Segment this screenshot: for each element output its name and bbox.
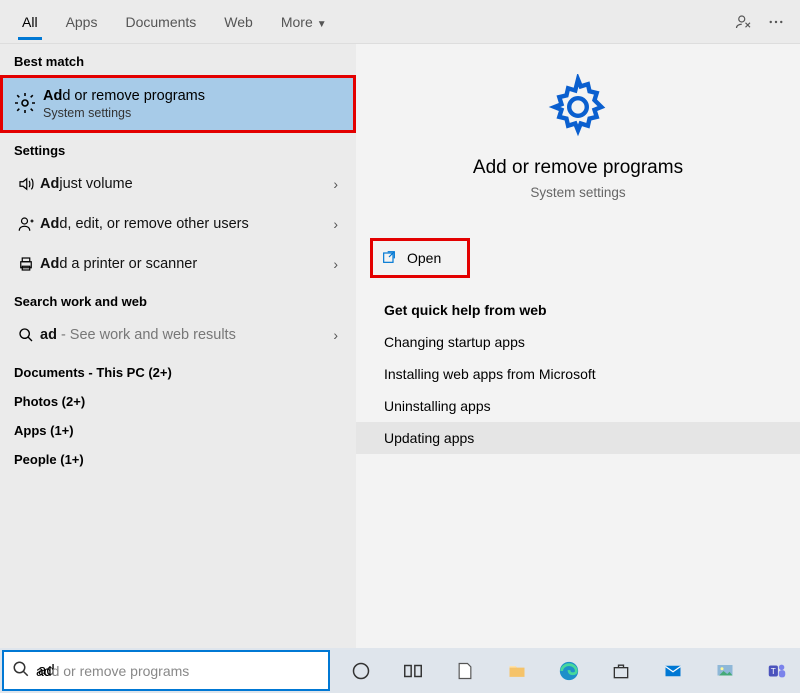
tab-all[interactable]: All: [8, 0, 52, 44]
help-item[interactable]: Changing startup apps: [356, 326, 800, 358]
search-icon: [12, 660, 30, 681]
settings-result-volume[interactable]: Adjust volume ›: [0, 164, 356, 204]
search-input[interactable]: [38, 662, 346, 679]
open-label: Open: [407, 250, 441, 266]
quick-help-header: Get quick help from web: [356, 278, 800, 326]
tab-web[interactable]: Web: [210, 0, 267, 44]
search-filter-tabs: All Apps Documents Web More ▼: [0, 0, 800, 44]
preview-subtitle: System settings: [376, 185, 780, 200]
category-people[interactable]: People (1+): [0, 442, 356, 471]
help-item[interactable]: Updating apps: [356, 422, 800, 454]
settings-result-printer[interactable]: Add a printer or scanner ›: [0, 244, 356, 284]
person-icon: [12, 215, 40, 233]
results-list: Best match Add or remove programs System…: [0, 44, 356, 648]
best-match-header: Best match: [0, 44, 356, 75]
web-result[interactable]: ad - See work and web results ›: [0, 315, 356, 355]
chevron-right-icon[interactable]: ›: [333, 216, 344, 232]
more-options-icon[interactable]: [760, 6, 792, 38]
best-match-title-rest: d or remove programs: [62, 88, 205, 104]
taskbar-app-mail[interactable]: [650, 651, 696, 691]
tab-more-label: More: [281, 14, 313, 30]
best-match-title-bold: Ad: [43, 88, 62, 104]
taskbar: add or remove programs T: [0, 648, 800, 693]
best-match-text: Add or remove programs System settings: [43, 88, 205, 120]
gear-icon: [13, 91, 43, 118]
result-label: Add a printer or scanner: [40, 256, 333, 272]
help-item[interactable]: Uninstalling apps: [356, 390, 800, 422]
taskbar-app-photos[interactable]: [702, 651, 748, 691]
category-documents[interactable]: Documents - This PC (2+): [0, 355, 356, 384]
taskbar-search[interactable]: add or remove programs: [2, 650, 330, 691]
open-icon: [381, 249, 397, 268]
settings-result-users[interactable]: Add, edit, or remove other users ›: [0, 204, 356, 244]
gear-icon: [376, 74, 780, 143]
preview-pane: Add or remove programs System settings O…: [356, 44, 800, 648]
tab-apps[interactable]: Apps: [52, 0, 112, 44]
taskbar-app-libreoffice[interactable]: [442, 651, 488, 691]
category-photos[interactable]: Photos (2+): [0, 384, 356, 413]
chevron-right-icon[interactable]: ›: [333, 327, 344, 343]
chevron-down-icon: ▼: [317, 19, 327, 30]
cortana-icon[interactable]: [338, 651, 384, 691]
chevron-right-icon[interactable]: ›: [333, 256, 344, 272]
speaker-icon: [12, 175, 40, 193]
search-icon: [12, 327, 40, 343]
task-view-icon[interactable]: [390, 651, 436, 691]
taskbar-app-explorer[interactable]: [494, 651, 540, 691]
tab-documents[interactable]: Documents: [111, 0, 210, 44]
taskbar-app-store[interactable]: [598, 651, 644, 691]
taskbar-app-teams[interactable]: T: [754, 651, 800, 691]
chevron-right-icon[interactable]: ›: [333, 176, 344, 192]
settings-header: Settings: [0, 133, 356, 164]
result-label: Add, edit, or remove other users: [40, 216, 333, 232]
result-label: Adjust volume: [40, 176, 333, 192]
search-web-header: Search work and web: [0, 284, 356, 315]
feedback-icon[interactable]: [728, 6, 760, 38]
preview-title: Add or remove programs: [376, 157, 780, 179]
open-button[interactable]: Open: [370, 238, 470, 278]
printer-icon: [12, 255, 40, 273]
svg-text:T: T: [771, 666, 776, 675]
result-label: ad - See work and web results: [40, 327, 333, 343]
preview-hero: Add or remove programs System settings: [356, 44, 800, 218]
help-item[interactable]: Installing web apps from Microsoft: [356, 358, 800, 390]
category-apps[interactable]: Apps (1+): [0, 413, 356, 442]
taskbar-icons: T: [332, 651, 800, 691]
tab-more[interactable]: More ▼: [267, 0, 341, 44]
taskbar-app-edge[interactable]: [546, 651, 592, 691]
best-match-result[interactable]: Add or remove programs System settings: [0, 75, 356, 133]
search-results-pane: Best match Add or remove programs System…: [0, 44, 800, 648]
best-match-subtitle: System settings: [43, 106, 205, 120]
